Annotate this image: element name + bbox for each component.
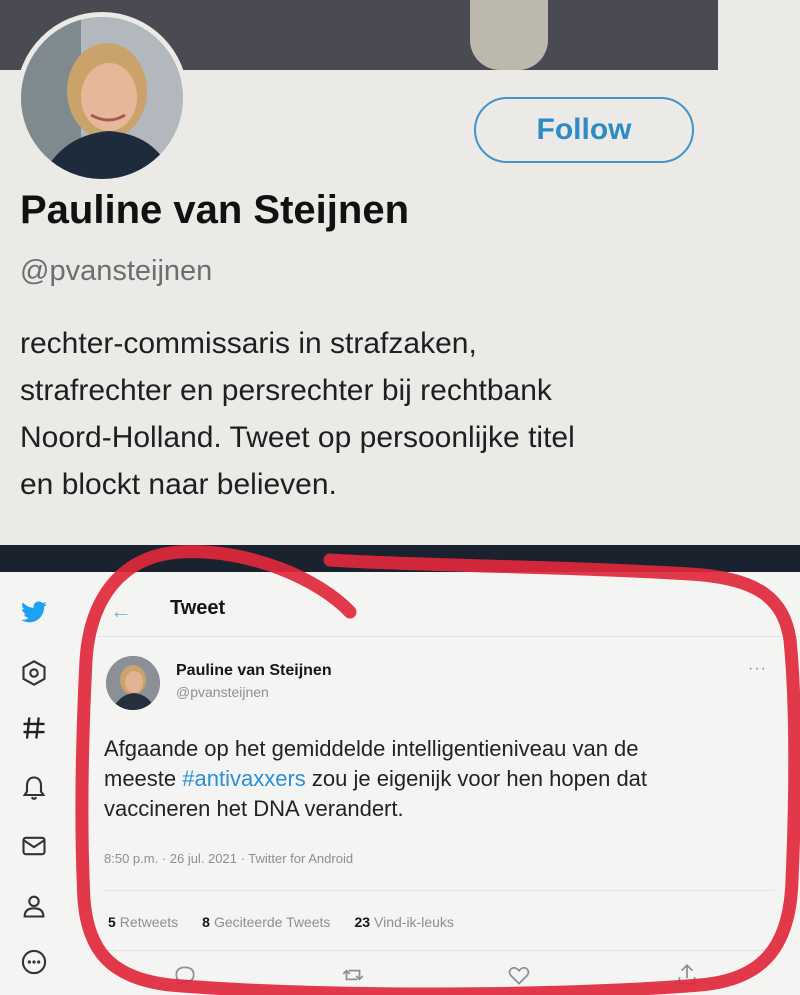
tweet-author-name[interactable]: Pauline van Steijnen xyxy=(176,662,332,680)
divider xyxy=(104,950,774,951)
more-options-icon[interactable]: ··· xyxy=(748,660,767,678)
bio-line: Noord-Holland. Tweet op persoonlijke tit… xyxy=(20,421,575,454)
messages-envelope-icon[interactable] xyxy=(18,830,50,862)
profile-name: Pauline van Steijnen xyxy=(20,188,410,232)
bio-line: rechter-commissaris in strafzaken, xyxy=(20,327,477,360)
share-icon[interactable] xyxy=(674,962,700,988)
divider xyxy=(90,636,800,637)
twitter-bird-icon[interactable] xyxy=(18,596,50,628)
explore-icon[interactable] xyxy=(18,657,50,689)
tweet-author-handle[interactable]: @pvansteijnen xyxy=(176,684,269,700)
profile-handle: @pvansteijnen xyxy=(20,255,213,287)
notifications-bell-icon[interactable] xyxy=(18,772,50,804)
browser-bookmarks-bar xyxy=(0,545,800,572)
banner-gap xyxy=(718,0,800,70)
more-circle-icon[interactable] xyxy=(18,946,50,978)
bio-line: strafrechter en persrechter bij rechtban… xyxy=(20,374,552,407)
quote-tweets-stat[interactable]: 8 Geciteerde Tweets xyxy=(202,914,330,930)
tweet-text: Afgaande op het gemiddelde intelligentie… xyxy=(104,734,784,824)
likes-label: Vind-ik-leuks xyxy=(374,914,454,930)
bio-line: en blockt naar believen. xyxy=(20,468,337,501)
tweet-page-title: Tweet xyxy=(170,597,226,619)
divider xyxy=(104,890,774,891)
follow-button[interactable]: Follow xyxy=(474,97,694,163)
tweet-text-line: vaccineren het DNA verandert. xyxy=(104,796,404,821)
like-heart-icon[interactable] xyxy=(506,962,532,988)
profile-avatar-photo xyxy=(21,17,183,179)
back-arrow-icon[interactable]: ← xyxy=(110,598,132,624)
profile-person-icon[interactable] xyxy=(18,890,50,922)
tweet-text-line: Afgaande op het gemiddelde intelligentie… xyxy=(104,736,639,761)
banner-photo-detail xyxy=(470,0,548,70)
retweet-icon[interactable] xyxy=(340,962,366,988)
quote-tweets-label: Geciteerde Tweets xyxy=(213,914,331,930)
tweet-author-avatar[interactable] xyxy=(106,656,160,710)
profile-avatar[interactable] xyxy=(16,12,188,184)
reply-icon[interactable] xyxy=(172,962,198,988)
tweet-stats: 5 Retweets 8 Geciteerde Tweets 23 Vind-ik-l… xyxy=(108,914,454,930)
quote-tweets-count: 8 xyxy=(202,914,210,930)
tweet-text-fragment: meeste xyxy=(104,766,183,791)
retweets-label: Retweets xyxy=(119,914,179,930)
profile-bio: rechter-commissaris in strafzaken, straf… xyxy=(20,320,740,508)
tweet-author-avatar-photo xyxy=(106,656,160,710)
tweet-text-line: meeste #antivaxxers zou je eigenijk voor… xyxy=(104,764,784,794)
tweet-text-fragment: zou je eigenijk voor hen hopen dat xyxy=(305,766,648,791)
hashtag-link[interactable]: #antivaxxers xyxy=(182,766,306,791)
hashtag-icon[interactable] xyxy=(18,712,50,744)
retweets-stat[interactable]: 5 Retweets xyxy=(108,914,178,930)
likes-stat[interactable]: 23 Vind-ik-leuks xyxy=(354,914,453,930)
retweets-count: 5 xyxy=(108,914,116,930)
tweet-timestamp-source: 8:50 p.m. · 26 jul. 2021 · Twitter for A… xyxy=(104,851,354,866)
likes-count: 23 xyxy=(354,914,371,930)
